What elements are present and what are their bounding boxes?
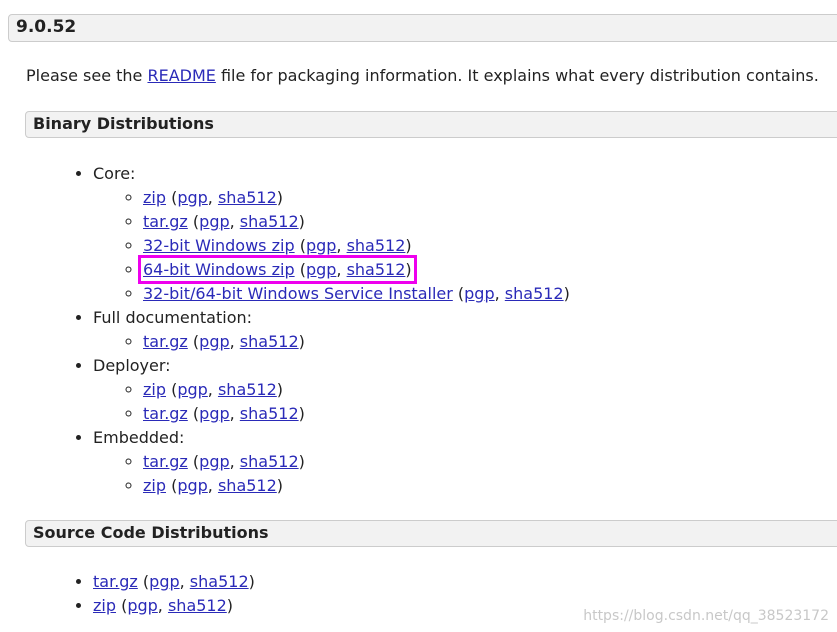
deployer-items: zip (pgp, sha512) tar.gz (pgp, sha512) [143,378,570,426]
embedded-items: tar.gz (pgp, sha512) zip (pgp, sha512) [143,450,570,498]
download-link-64bit-windows-zip[interactable]: 64-bit Windows zip [143,260,295,279]
download-link[interactable]: tar.gz [143,404,188,423]
group-embedded: Embedded: tar.gz (pgp, sha512) zip (pgp,… [93,426,570,498]
download-link[interactable]: zip [143,476,166,495]
highlight-box: 64-bit Windows zip (pgp, sha512) [138,255,417,284]
group-label: Core: [93,164,136,183]
sha512-link[interactable]: sha512 [347,236,406,255]
pgp-link[interactable]: pgp [199,212,229,231]
download-link[interactable]: tar.gz [143,332,188,351]
sha512-link[interactable]: sha512 [218,380,277,399]
readme-link[interactable]: README [147,66,215,85]
pgp-link[interactable]: pgp [464,284,494,303]
download-link[interactable]: zip [143,380,166,399]
intro-text: Please see the README file for packaging… [26,64,819,88]
sha512-link[interactable]: sha512 [190,572,249,591]
download-link[interactable]: zip [143,188,166,207]
list-item: zip (pgp, sha512) [93,594,255,618]
binary-distributions-header: Binary Distributions [25,111,837,138]
pgp-link[interactable]: pgp [177,476,207,495]
download-link[interactable]: tar.gz [143,452,188,471]
pgp-link[interactable]: pgp [127,596,157,615]
sha512-link[interactable]: sha512 [505,284,564,303]
group-label: Embedded: [93,428,185,447]
sha512-link[interactable]: sha512 [168,596,227,615]
pgp-link[interactable]: pgp [199,404,229,423]
list-item: tar.gz (pgp, sha512) [143,210,570,234]
version-header: 9.0.52 [8,14,837,42]
intro-after: file for packaging information. It expla… [215,66,819,85]
list-item: tar.gz (pgp, sha512) [93,570,255,594]
sha512-link[interactable]: sha512 [240,452,299,471]
pgp-link[interactable]: pgp [306,260,336,279]
sha512-link[interactable]: sha512 [240,404,299,423]
download-link[interactable]: zip [93,596,116,615]
download-link[interactable]: tar.gz [143,212,188,231]
sha512-link[interactable]: sha512 [240,212,299,231]
binary-distributions-list: Core: zip (pgp, sha512) tar.gz (pgp, sha… [93,162,570,498]
intro-before: Please see the [26,66,148,85]
pgp-link[interactable]: pgp [177,188,207,207]
group-label: Full documentation: [93,308,253,327]
sha512-link[interactable]: sha512 [240,332,299,351]
list-item: zip (pgp, sha512) [143,186,570,210]
download-link[interactable]: 32-bit Windows zip [143,236,295,255]
download-link[interactable]: 32-bit/64-bit Windows Service Installer [143,284,453,303]
list-item: 32-bit/64-bit Windows Service Installer … [143,282,570,306]
group-deployer: Deployer: zip (pgp, sha512) tar.gz (pgp,… [93,354,570,426]
watermark: https://blog.csdn.net/qq_38523172 [583,608,829,624]
pgp-link[interactable]: pgp [199,452,229,471]
list-item: tar.gz (pgp, sha512) [143,402,570,426]
source-distributions-header: Source Code Distributions [25,520,837,547]
list-item: zip (pgp, sha512) [143,474,570,498]
list-item: 64-bit Windows zip (pgp, sha512) [138,255,570,284]
pgp-link[interactable]: pgp [199,332,229,351]
sha512-link[interactable]: sha512 [218,188,277,207]
list-item: 32-bit Windows zip (pgp, sha512) [143,234,570,258]
list-item: tar.gz (pgp, sha512) [143,330,570,354]
pgp-link[interactable]: pgp [306,236,336,255]
core-items: zip (pgp, sha512) tar.gz (pgp, sha512) 3… [138,186,570,306]
documentation-items: tar.gz (pgp, sha512) [143,330,570,354]
sha512-link[interactable]: sha512 [218,476,277,495]
list-item: tar.gz (pgp, sha512) [143,450,570,474]
pgp-link[interactable]: pgp [149,572,179,591]
download-link[interactable]: tar.gz [93,572,138,591]
group-core: Core: zip (pgp, sha512) tar.gz (pgp, sha… [93,162,570,306]
source-distributions-list: tar.gz (pgp, sha512) zip (pgp, sha512) [93,570,255,618]
group-full-documentation: Full documentation: tar.gz (pgp, sha512) [93,306,570,354]
pgp-link[interactable]: pgp [177,380,207,399]
list-item: zip (pgp, sha512) [143,378,570,402]
sha512-link[interactable]: sha512 [347,260,406,279]
group-label: Deployer: [93,356,171,375]
